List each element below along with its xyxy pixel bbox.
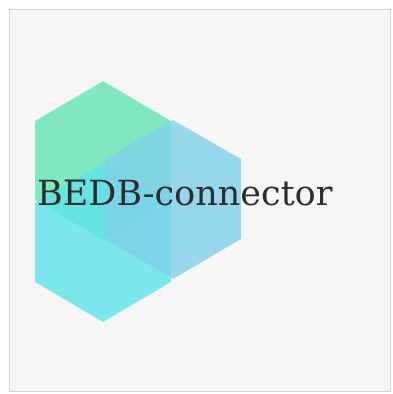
logo-wordmark: BEDB-connector [37,174,333,214]
